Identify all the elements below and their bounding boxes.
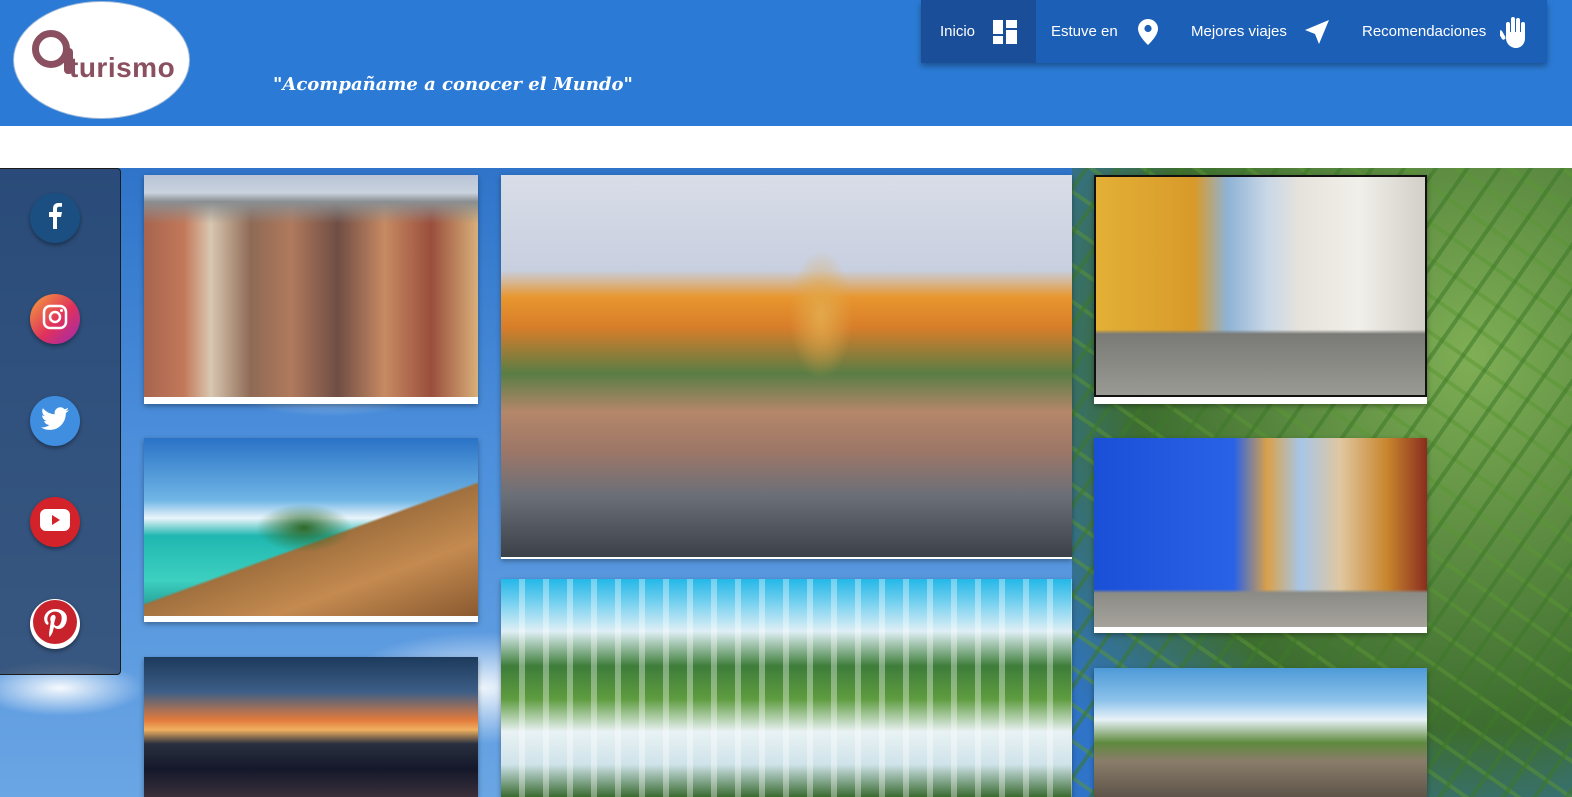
pinterest-icon xyxy=(33,599,77,649)
gallery-photo-city-sunset[interactable] xyxy=(144,657,478,797)
nav-item-estuve-en[interactable]: Estuve en xyxy=(1036,0,1176,63)
nav-item-label: Inicio xyxy=(940,23,976,40)
nav-item-inicio[interactable]: Inicio xyxy=(921,0,1036,63)
gallery-photo-iguazu-falls[interactable] xyxy=(501,579,1072,797)
twitter-link[interactable] xyxy=(30,396,80,446)
site-tagline: "Acompañame a conocer el Mundo" xyxy=(273,74,633,95)
main-nav: Inicio Estuve en Mejores viajes Recomend… xyxy=(921,0,1547,63)
nav-item-label: Estuve en xyxy=(1051,23,1118,40)
gallery-photo-canyon-sky[interactable] xyxy=(1094,668,1427,797)
facebook-icon xyxy=(44,202,66,234)
gallery-photo-blue-colonial-houses[interactable] xyxy=(1094,438,1427,633)
site-logo[interactable]: turismo xyxy=(13,1,190,119)
facebook-link[interactable] xyxy=(30,193,80,243)
twitter-icon xyxy=(40,406,69,436)
logo-text: turismo xyxy=(69,52,176,83)
nav-item-recomendaciones[interactable]: Recomendaciones xyxy=(1346,0,1547,63)
youtube-icon xyxy=(40,508,70,536)
gallery-photo-colonial-street-bogota[interactable] xyxy=(144,175,478,404)
nav-item-label: Recomendaciones xyxy=(1362,23,1487,40)
dashboard-icon xyxy=(993,19,1018,44)
instagram-link[interactable] xyxy=(30,294,80,344)
site-header: turismo "Acompañame a conocer el Mundo" … xyxy=(0,0,1572,126)
send-arrow-icon xyxy=(1304,19,1329,44)
location-pin-icon xyxy=(1137,18,1158,45)
social-sidebar xyxy=(0,168,121,675)
gallery-photo-cartagena-clock-tower[interactable] xyxy=(501,175,1072,559)
hand-icon xyxy=(1500,16,1530,48)
gallery-photo-yellow-colonial-street[interactable] xyxy=(1094,175,1427,404)
youtube-link[interactable] xyxy=(30,497,80,547)
nav-item-mejores-viajes[interactable]: Mejores viajes xyxy=(1176,0,1346,63)
instagram-icon xyxy=(42,304,68,335)
gallery-photo-tropical-island-dock[interactable] xyxy=(144,438,478,622)
pinterest-link[interactable] xyxy=(30,599,80,649)
nav-item-label: Mejores viajes xyxy=(1191,23,1287,40)
